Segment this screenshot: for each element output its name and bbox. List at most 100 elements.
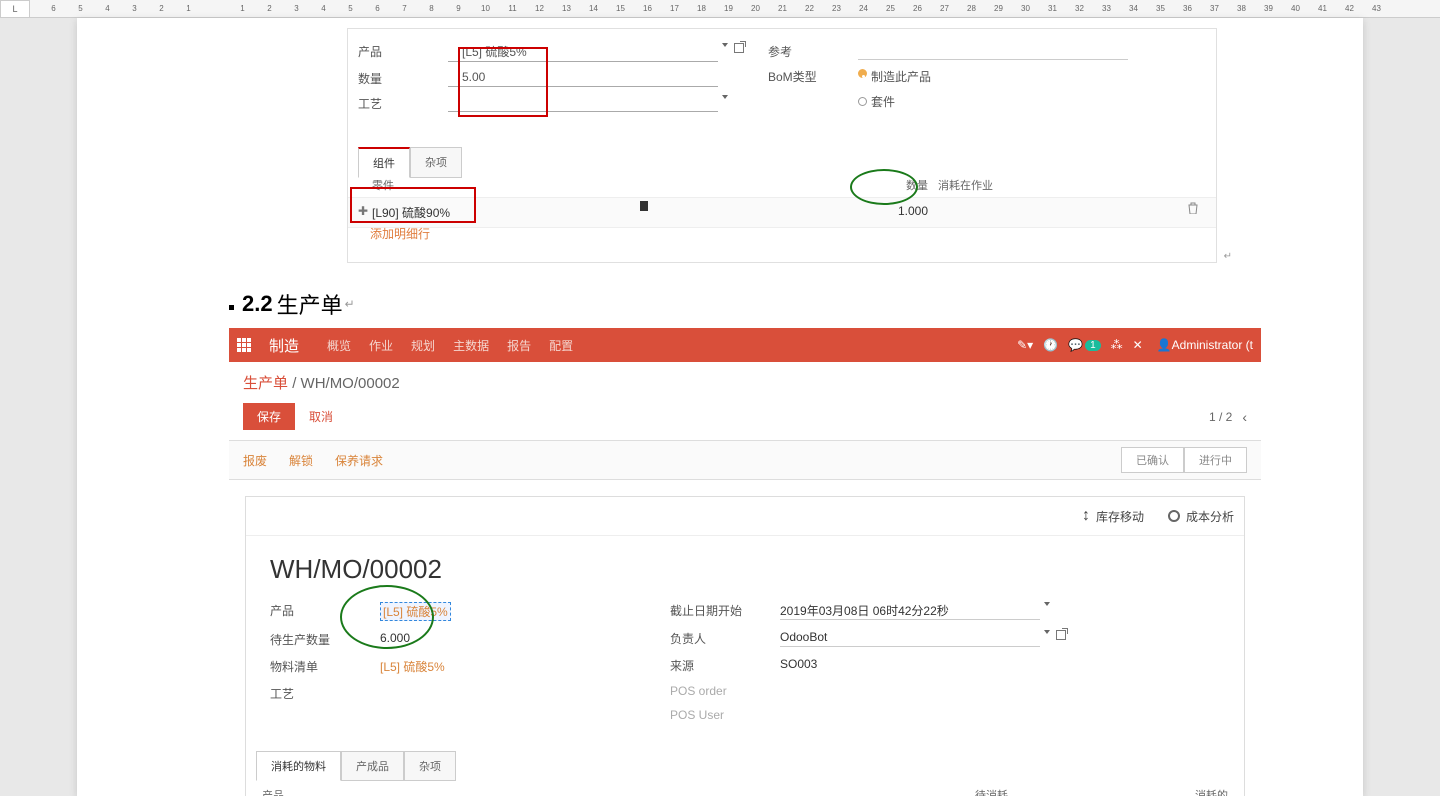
stock-move-button[interactable]: ↕ 库存移动 bbox=[1082, 507, 1144, 525]
dropdown-icon[interactable] bbox=[1044, 602, 1050, 606]
label-ref: 参考 bbox=[768, 43, 858, 60]
label-posuser: POS User bbox=[670, 708, 780, 722]
link-maint个sto[interactable]: 保养请求 bbox=[335, 452, 383, 469]
apps-icon[interactable] bbox=[237, 338, 255, 352]
breadcrumb-root[interactable]: 生产单 bbox=[243, 375, 288, 392]
app-brand[interactable]: 制造 bbox=[269, 335, 299, 356]
updown-icon: ↕ bbox=[1082, 507, 1090, 525]
heading-number: 2.2 bbox=[242, 291, 273, 317]
row-product: 产品 [L5] 硫酸5% bbox=[358, 39, 758, 66]
label-deadline: 截止日期开始 bbox=[670, 602, 780, 620]
heading-text: 生产单 bbox=[277, 288, 343, 320]
label-posorder: POS order bbox=[670, 684, 780, 698]
row-quantity: 数量 5.00 bbox=[358, 66, 758, 91]
row-ref: 参考 bbox=[768, 39, 1188, 64]
add-line-link[interactable]: 添加明细行 bbox=[370, 225, 430, 242]
table-row[interactable]: ✚ [L90] 硫酸90% 1.000 bbox=[348, 197, 1216, 228]
bug-icon[interactable]: ⁂ bbox=[1111, 338, 1123, 352]
status-bar: 报废 解锁 保养请求 已确认 进行中 bbox=[229, 440, 1261, 480]
cell-qty: 1.000 bbox=[868, 204, 928, 221]
form-card: ↕ 库存移动 成本分析 WH/MO/00002 产品 [L5] 硫酸5% 待生产… bbox=[245, 496, 1245, 796]
user-menu[interactable]: 👤 Administrator (t bbox=[1157, 338, 1253, 352]
label-process: 工艺 bbox=[358, 95, 448, 112]
nav-config[interactable]: 配置 bbox=[549, 337, 573, 354]
chat-badge: 1 bbox=[1085, 340, 1101, 351]
row-process: 工艺 bbox=[358, 91, 758, 116]
annotation-red-box-part bbox=[350, 187, 476, 223]
ruler-corner: L bbox=[0, 0, 30, 18]
label-product: 产品 bbox=[358, 43, 448, 62]
cancel-button[interactable]: 取消 bbox=[309, 408, 333, 425]
row-bom: 物料清单 [L5] 硫酸5% bbox=[270, 653, 670, 680]
row-posuser: POS User bbox=[670, 703, 1220, 727]
status-confirmed[interactable]: 已确认 bbox=[1121, 447, 1184, 473]
dropdown-icon[interactable] bbox=[722, 43, 728, 47]
label-process: 工艺 bbox=[270, 685, 380, 702]
label-source: 来源 bbox=[670, 657, 780, 674]
section-heading: 2.2 生产单 ↵ bbox=[229, 288, 355, 320]
input-ref[interactable] bbox=[858, 43, 1128, 60]
label-owner: 负责人 bbox=[670, 630, 780, 647]
tab-consumed[interactable]: 消耗的物料 bbox=[256, 751, 341, 781]
tab-misc2[interactable]: 杂项 bbox=[404, 751, 456, 781]
pager-text: 1 / 2 bbox=[1209, 410, 1232, 424]
radio-manufacture[interactable]: 制造此产品 bbox=[858, 68, 931, 85]
label-bomtype: BoM类型 bbox=[768, 68, 858, 85]
radio-kit[interactable]: 套件 bbox=[858, 93, 895, 110]
value-deadline[interactable]: 2019年03月08日 06时42分22秒 bbox=[780, 602, 1040, 620]
row-source: 来源 SO003 bbox=[670, 652, 1220, 679]
dropdown-icon[interactable] bbox=[1044, 630, 1050, 634]
mo-form: 产品 [L5] 硫酸5% 待生产数量 6.000 物料清单 [L5] 硫酸5% … bbox=[246, 593, 1244, 737]
document-icon bbox=[640, 201, 648, 211]
row-product: 产品 [L5] 硫酸5% bbox=[270, 597, 670, 626]
annotation-green-circle-product-qty bbox=[340, 585, 434, 649]
card-header: ↕ 库存移动 成本分析 bbox=[246, 497, 1244, 536]
pager-prev-icon[interactable]: ‹ bbox=[1242, 409, 1247, 425]
horizontal-ruler: L 654321 1234567891011121314151617181920… bbox=[0, 0, 1440, 18]
clock-icon[interactable]: 🕐 bbox=[1043, 338, 1058, 352]
th-toconsume: 待消耗 bbox=[888, 787, 1008, 796]
bullet-icon bbox=[229, 305, 234, 310]
screenshot-mo-form: 制造 概览 作业 规划 主数据 报告 配置 ✎▾ 🕐 💬1 ⁂ ✕ 👤 Admi… bbox=[229, 328, 1261, 796]
top-nav-bar: 制造 概览 作业 规划 主数据 报告 配置 ✎▾ 🕐 💬1 ⁂ ✕ 👤 Admi… bbox=[229, 328, 1261, 362]
close-icon[interactable]: ✕ bbox=[1133, 338, 1143, 352]
th-consume: 消耗在作业 bbox=[928, 177, 1028, 193]
value-bom[interactable]: [L5] 硫酸5% bbox=[380, 658, 445, 675]
row-kit: 套件 bbox=[768, 89, 1188, 114]
external-link-icon[interactable] bbox=[734, 43, 744, 53]
th-product: 产品 bbox=[262, 787, 888, 796]
table-components: 零件 数量 消耗在作业 ✚ [L90] 硫酸90% 1.000 bbox=[348, 173, 1216, 228]
link-scrap[interactable]: 报废 bbox=[243, 452, 267, 469]
document-page: 产品 [L5] 硫酸5% 数量 5.00 工艺 参考 BoM类型 bbox=[77, 18, 1363, 796]
edit-icon[interactable]: ✎▾ bbox=[1017, 338, 1033, 352]
cost-analysis-button[interactable]: 成本分析 bbox=[1168, 507, 1234, 525]
screenshot-bom-form: 产品 [L5] 硫酸5% 数量 5.00 工艺 参考 BoM类型 bbox=[347, 28, 1217, 263]
status-inprogress[interactable]: 进行中 bbox=[1184, 447, 1247, 473]
save-button[interactable]: 保存 bbox=[243, 403, 295, 430]
nav-overview[interactable]: 概览 bbox=[327, 337, 351, 354]
link-unlock[interactable]: 解锁 bbox=[289, 452, 313, 469]
chat-icon[interactable]: 💬1 bbox=[1068, 338, 1101, 352]
nav-report[interactable]: 报告 bbox=[507, 337, 531, 354]
row-posorder: POS order bbox=[670, 679, 1220, 703]
paragraph-mark: ↵ bbox=[1224, 251, 1232, 262]
paragraph-mark: ↵ bbox=[345, 297, 355, 311]
tabs-mo: 消耗的物料 产成品 杂项 bbox=[256, 751, 1234, 781]
annotation-red-box-product bbox=[458, 47, 548, 117]
breadcrumb: 生产单 / WH/MO/00002 bbox=[229, 362, 1261, 403]
breadcrumb-sep: / bbox=[292, 375, 300, 392]
trash-icon[interactable] bbox=[1188, 201, 1198, 213]
status-steps: 已确认 进行中 bbox=[1121, 447, 1247, 473]
th-consumed: 消耗的 bbox=[1008, 787, 1228, 796]
nav-plan[interactable]: 规划 bbox=[411, 337, 435, 354]
table-head: 产品 待消耗 消耗的 bbox=[256, 781, 1234, 796]
table-consumed: 产品 待消耗 消耗的 [L90] 硫酸90% 1.200 1.200 bbox=[256, 781, 1234, 796]
tab-finished[interactable]: 产成品 bbox=[341, 751, 404, 781]
circle-icon bbox=[1168, 510, 1180, 522]
nav-master[interactable]: 主数据 bbox=[453, 337, 489, 354]
label-bom: 物料清单 bbox=[270, 658, 380, 675]
external-link-icon[interactable] bbox=[1056, 630, 1066, 640]
value-owner[interactable]: OdooBot bbox=[780, 630, 1040, 647]
dropdown-icon[interactable] bbox=[722, 95, 728, 99]
nav-work[interactable]: 作业 bbox=[369, 337, 393, 354]
